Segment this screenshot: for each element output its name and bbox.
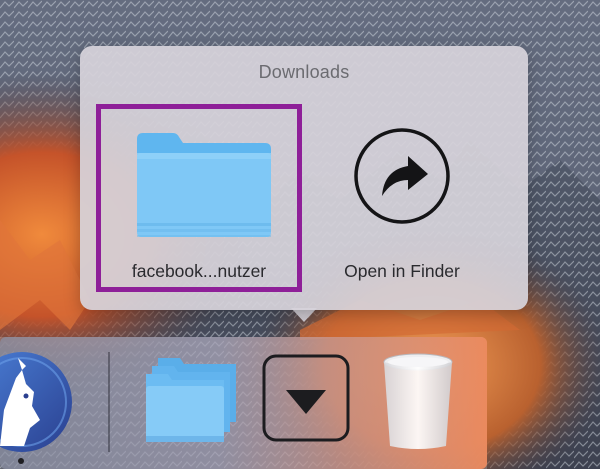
running-indicator-dot (18, 458, 24, 464)
open-in-finder-label: Open in Finder (344, 261, 460, 281)
desktop-screen: Downloads facebook...nutzer Open in Find… (0, 0, 600, 469)
dock-trash[interactable] (380, 352, 456, 452)
folder-icon (131, 125, 277, 243)
popover-arrow (291, 308, 317, 322)
folder-stack-icon (146, 358, 236, 442)
open-in-finder-button[interactable]: Open in Finder (324, 126, 504, 288)
stack-item-folder-label: facebook...nutzer (131, 261, 267, 281)
dock-separator (108, 352, 110, 452)
stack-item-folder[interactable]: facebook...nutzer (96, 104, 302, 292)
downloads-popover: Downloads facebook...nutzer Open in Find… (80, 46, 528, 310)
dock-downloads-stack[interactable] (262, 354, 350, 442)
open-in-finder-arrow-icon (352, 126, 452, 226)
dock-folder-stack[interactable] (138, 352, 242, 448)
trash-icon (383, 353, 453, 449)
goat-app-icon (0, 352, 72, 452)
download-arrow-icon (262, 354, 350, 442)
popover-title: Downloads (258, 62, 350, 82)
dock-app-icon[interactable] (0, 350, 74, 454)
